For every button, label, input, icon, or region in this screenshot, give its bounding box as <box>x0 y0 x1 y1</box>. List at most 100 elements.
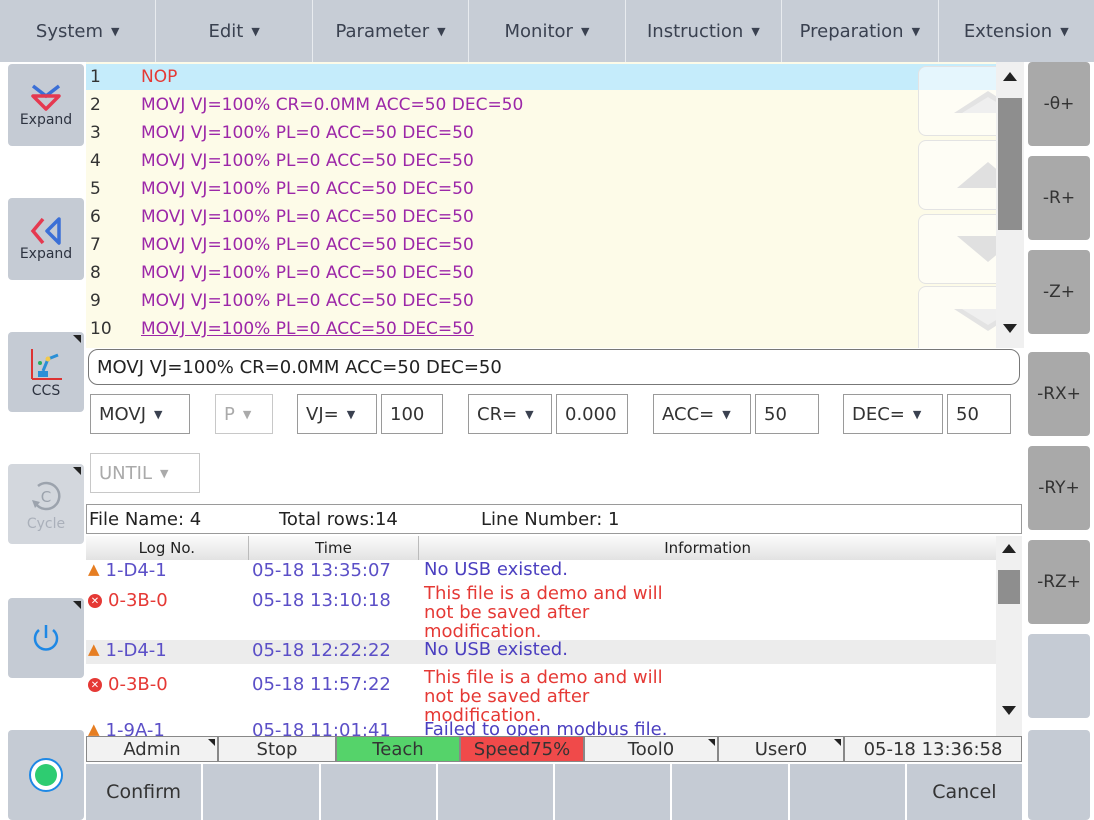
jog-empty-button[interactable] <box>1028 730 1090 820</box>
log-row[interactable]: ✕ 0-3B-0 05-18 11:57:22 This file is a de… <box>86 668 996 725</box>
servo-enable-button[interactable] <box>8 730 84 820</box>
status-tool[interactable]: Tool0 <box>584 736 718 762</box>
svg-text:C: C <box>41 488 51 506</box>
state-text: Stop <box>256 738 298 760</box>
log-row[interactable]: ✕ 0-3B-0 05-18 13:10:18 This file is a de… <box>86 584 996 641</box>
expand-down-button[interactable]: Expand <box>8 64 84 146</box>
menu-preparation[interactable]: Preparation ▼ <box>782 0 939 62</box>
until-select[interactable]: UNTIL ▼ <box>90 453 200 493</box>
status-datetime: 05-18 13:36:58 <box>844 736 1022 762</box>
program-list[interactable]: 1 NOP 2 MOVJ VJ=100% CR=0.0MM ACC=50 DEC=5… <box>86 62 1024 348</box>
acc-value-input[interactable]: 50 <box>755 394 819 434</box>
top-menu-bar: System ▼ Edit ▼ Parameter ▼ Monitor ▼ Instru… <box>0 0 1094 62</box>
datetime-text: 05-18 13:36:58 <box>863 738 1003 760</box>
log-time: 05-18 12:22:22 <box>252 640 391 661</box>
program-line[interactable]: 9 MOVJ VJ=100% PL=0 ACC=50 DEC=50 <box>86 288 996 314</box>
power-button[interactable] <box>8 598 84 678</box>
confirm-button[interactable]: Confirm <box>86 764 202 820</box>
program-line[interactable]: 4 MOVJ VJ=100% PL=0 ACC=50 DEC=50 <box>86 148 996 174</box>
jog-rx-button[interactable]: -RX+ <box>1028 352 1090 436</box>
jog-z-button[interactable]: -Z+ <box>1028 250 1090 334</box>
scrollbar-thumb[interactable] <box>998 570 1020 604</box>
corner-marker <box>208 739 215 746</box>
menu-extension[interactable]: Extension ▼ <box>939 0 1094 62</box>
cancel-button[interactable]: Cancel <box>906 764 1022 820</box>
program-line[interactable]: 10 MOVJ VJ=100% PL=0 ACC=50 DEC=50 <box>86 316 996 342</box>
corner-marker <box>708 739 715 746</box>
menu-instruction[interactable]: Instruction ▼ <box>626 0 783 62</box>
chevron-down-icon: ▼ <box>912 407 922 421</box>
line-number: 7 <box>90 235 101 255</box>
error-icon: ✕ <box>88 678 102 692</box>
scroll-up-arrow-icon[interactable] <box>1003 72 1017 81</box>
log-table[interactable]: ▲ 1-D4-1 05-18 13:35:07 No USB existed. ✕… <box>86 560 996 736</box>
log-row[interactable]: ▲ 1-9A-1 05-18 11:01:41 Failed to open mo… <box>86 720 996 736</box>
log-no: 1-D4-1 <box>105 560 167 581</box>
jog-r-button[interactable]: -R+ <box>1028 156 1090 240</box>
jog-ry-button[interactable]: -RY+ <box>1028 446 1090 530</box>
soft-key-6[interactable] <box>672 764 788 820</box>
command-value: MOVJ <box>99 403 147 425</box>
status-user[interactable]: Admin <box>86 736 218 762</box>
scroll-down-arrow-icon[interactable] <box>1002 706 1016 715</box>
menu-edit[interactable]: Edit ▼ <box>156 0 313 62</box>
chevron-down-icon: ▼ <box>722 407 731 421</box>
acc-select[interactable]: ACC= ▼ <box>653 394 751 434</box>
program-scrollbar[interactable] <box>996 62 1024 348</box>
chevron-down-icon: ▼ <box>251 24 260 38</box>
soft-key-2[interactable] <box>203 764 319 820</box>
menu-parameter[interactable]: Parameter ▼ <box>313 0 470 62</box>
program-line[interactable]: 5 MOVJ VJ=100% PL=0 ACC=50 DEC=50 <box>86 176 996 202</box>
log-row[interactable]: ▲ 1-D4-1 05-18 12:22:22 No USB existed. <box>86 640 996 664</box>
menu-label: Monitor <box>504 20 573 42</box>
program-line[interactable]: 8 MOVJ VJ=100% PL=0 ACC=50 DEC=50 <box>86 260 996 286</box>
chevron-down-icon: ▼ <box>911 24 921 38</box>
dec-value-input[interactable]: 50 <box>947 394 1011 434</box>
soft-key-7[interactable] <box>789 764 905 820</box>
program-line[interactable]: 7 MOVJ VJ=100% PL=0 ACC=50 DEC=50 <box>86 232 996 258</box>
log-time: 05-18 11:01:41 <box>252 720 391 736</box>
program-line[interactable]: 3 MOVJ VJ=100% PL=0 ACC=50 DEC=50 <box>86 120 996 146</box>
point-select[interactable]: P ▼ <box>215 394 273 434</box>
status-coord[interactable]: User0 <box>718 736 844 762</box>
dec-select[interactable]: DEC= ▼ <box>843 394 943 434</box>
menu-system[interactable]: System ▼ <box>0 0 157 62</box>
command-select[interactable]: MOVJ ▼ <box>90 394 190 434</box>
program-line[interactable]: 2 MOVJ VJ=100% CR=0.0MM ACC=50 DEC=50 <box>86 92 996 118</box>
instruction-text: MOVJ VJ=100% CR=0.0MM ACC=50 DEC=50 <box>97 356 502 378</box>
soft-key-3[interactable] <box>320 764 436 820</box>
cr-value: 0.000 <box>565 403 617 425</box>
menu-monitor[interactable]: Monitor ▼ <box>469 0 626 62</box>
status-speed[interactable]: Speed75% <box>460 736 584 762</box>
program-line[interactable]: 6 MOVJ VJ=100% PL=0 ACC=50 DEC=50 <box>86 204 996 230</box>
log-time: 05-18 11:57:22 <box>252 674 391 695</box>
jog-label: -RX+ <box>1037 384 1081 404</box>
log-row[interactable]: ▲ 1-D4-1 05-18 13:35:07 No USB existed. <box>86 560 996 584</box>
cycle-button[interactable]: C Cycle <box>8 464 84 544</box>
point-value: P <box>224 403 235 425</box>
log-scrollbar[interactable] <box>996 536 1022 736</box>
line-text: MOVJ VJ=100% PL=0 ACC=50 DEC=50 <box>141 291 474 311</box>
line-text: MOVJ VJ=100% PL=0 ACC=50 DEC=50 <box>141 151 474 171</box>
scroll-down-arrow-icon[interactable] <box>1003 324 1017 333</box>
jog-rz-button[interactable]: -RZ+ <box>1028 540 1090 624</box>
instruction-edit-field[interactable]: MOVJ VJ=100% CR=0.0MM ACC=50 DEC=50 <box>88 349 1020 385</box>
mode-text: Teach <box>372 738 424 760</box>
line-text: MOVJ VJ=100% PL=0 ACC=50 DEC=50 <box>141 207 474 227</box>
menu-label: Instruction <box>646 20 744 42</box>
vj-select[interactable]: VJ= ▼ <box>297 394 377 434</box>
jog-empty-button[interactable] <box>1028 634 1090 718</box>
status-bar: Admin Stop Teach Speed75% Tool0 User0 05… <box>86 736 1022 762</box>
soft-key-4[interactable] <box>437 764 553 820</box>
vj-value-input[interactable]: 100 <box>381 394 443 434</box>
total-rows: Total rows:14 <box>279 508 398 530</box>
scrollbar-thumb[interactable] <box>998 98 1022 230</box>
cr-value-input[interactable]: 0.000 <box>556 394 628 434</box>
soft-key-5[interactable] <box>555 764 671 820</box>
jog-theta-button[interactable]: -θ+ <box>1028 62 1090 146</box>
scroll-up-arrow-icon[interactable] <box>1002 544 1016 553</box>
program-line[interactable]: 1 NOP <box>86 64 996 90</box>
cr-select[interactable]: CR= ▼ <box>468 394 552 434</box>
ccs-button[interactable]: CCS <box>8 332 84 412</box>
expand-left-button[interactable]: Expand <box>8 198 84 280</box>
